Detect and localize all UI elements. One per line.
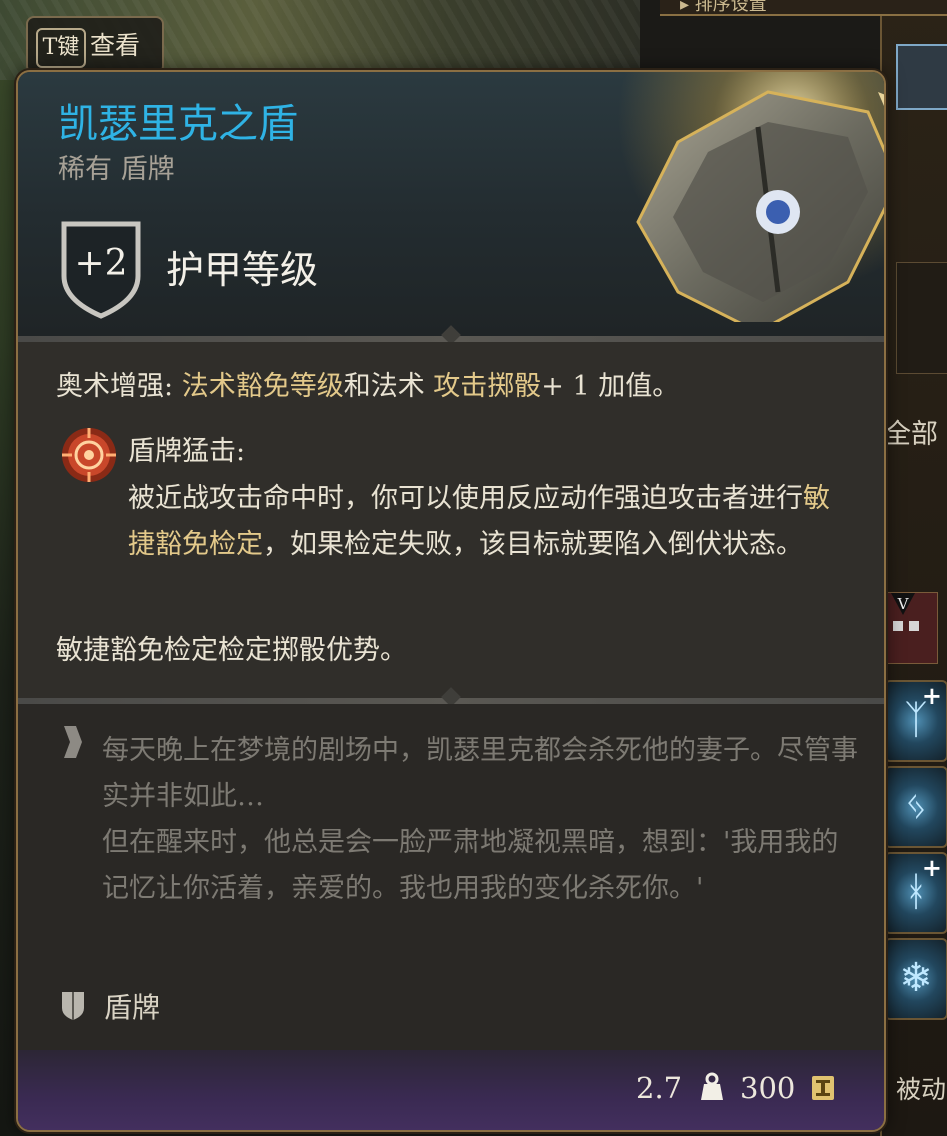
armor-class-badge: +2: [58, 218, 144, 320]
spell-slot-icon[interactable]: ᛉ +: [884, 680, 947, 762]
lore-paragraph: 但在醒来时，他总是会一脸严肃地凝视黑暗，想到：'我用我的记忆让你活着，亲爱的。我…: [102, 827, 839, 904]
equipment-slot-selected[interactable]: [896, 44, 947, 110]
item-rarity-type: 稀有 盾牌: [58, 154, 175, 185]
armor-class-value: +2: [74, 243, 128, 284]
snowflake-icon: ❄: [899, 955, 933, 1001]
pip: [893, 621, 903, 631]
advantage-line: 敏捷豁免检定检定掷骰优势。: [56, 635, 407, 666]
shield-bash-icon: [62, 428, 116, 482]
add-icon: +: [921, 681, 942, 710]
hint-text: 查看: [90, 31, 141, 60]
hotkey-label: T键: [36, 28, 86, 68]
portrait-panel[interactable]: V: [884, 592, 938, 664]
item-type-label: 盾牌: [104, 991, 161, 1024]
quote-icon: [64, 726, 82, 758]
ability-title: 盾牌猛击:: [128, 436, 246, 467]
pip: [909, 621, 919, 631]
filter-tab-all[interactable]: 全部: [884, 412, 947, 458]
rune-icon: ᛃ: [904, 783, 928, 829]
sort-settings-bar[interactable]: ▸ 排序设置: [660, 0, 947, 16]
equipment-slot[interactable]: [896, 262, 947, 374]
v-marker: V: [891, 593, 915, 615]
ability-description: 被近战攻击命中时，你可以使用反应动作强迫攻击者进行敏捷豁免检定，如果检定失败，该…: [128, 483, 830, 560]
gold-coin-icon: [812, 1076, 834, 1100]
arcane-enhancement-line: 奥术增强: 法术豁免等级和法术 攻击掷骰+ 1 加值。: [56, 371, 680, 402]
passive-tab[interactable]: 被动: [896, 1064, 947, 1116]
keybind-hint: T键 查看: [26, 16, 164, 74]
weight-value: 2.7: [636, 1071, 683, 1105]
armor-class-label: 护甲等级: [166, 248, 319, 292]
item-tooltip: 凯瑟里克之盾 稀有 盾牌 +2 护甲等级 奥术增强: 法术豁免等级和法术 攻击掷…: [16, 70, 886, 1132]
spell-slot-icon[interactable]: ᛃ: [884, 766, 947, 848]
spell-slot-icon[interactable]: ᚼ +: [884, 852, 947, 934]
shield-type-icon: [62, 992, 84, 1020]
spell-slot-icon[interactable]: ❄: [884, 938, 947, 1020]
gold-value: 300: [740, 1071, 796, 1105]
lore-text: 每天晚上在梦境的剧场中，凯瑟里克都会杀死他的妻子。尽管事实并非如此… 但在醒来时…: [102, 728, 862, 912]
weight-icon: [701, 1072, 723, 1100]
item-name: 凯瑟里克之盾: [58, 101, 298, 147]
add-icon: +: [921, 853, 942, 882]
lore-paragraph: 每天晚上在梦境的剧场中，凯瑟里克都会杀死他的妻子。尽管事实并非如此…: [102, 735, 858, 812]
